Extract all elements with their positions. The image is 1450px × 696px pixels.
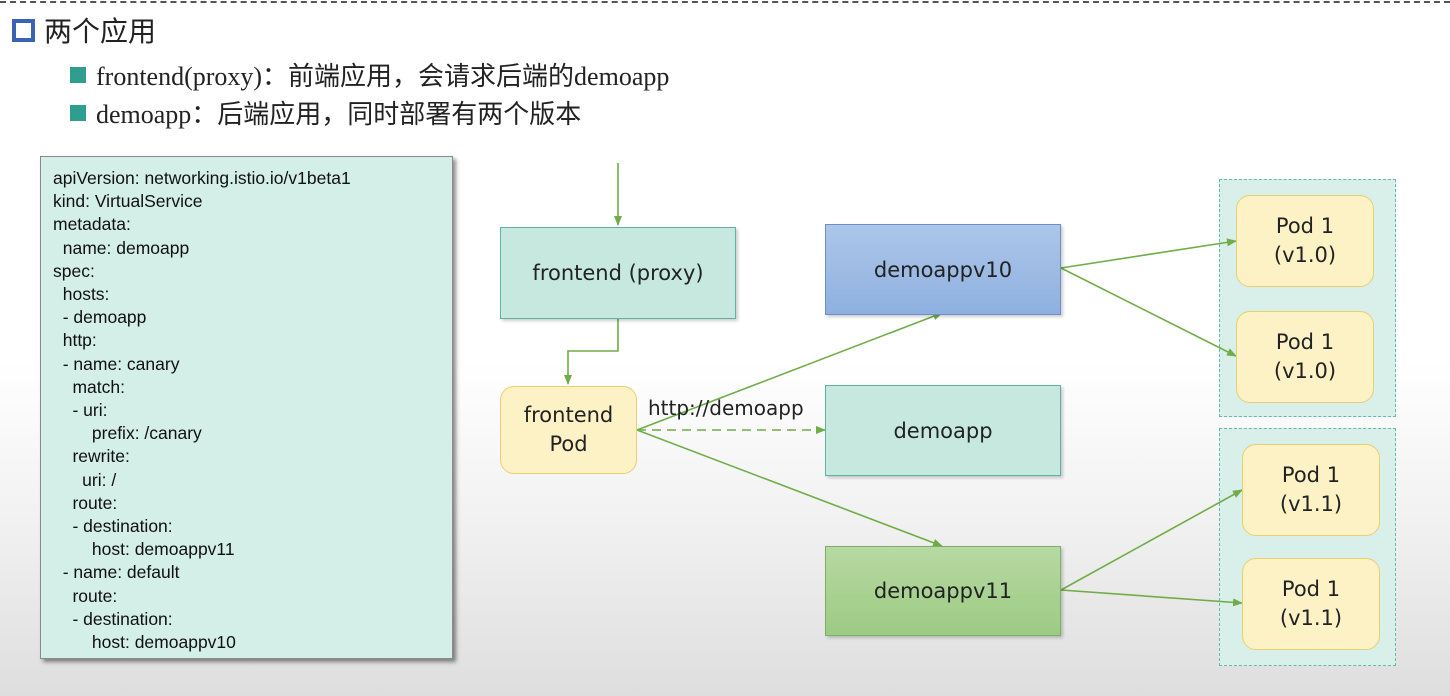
demoappv11-node: demoappv11 [825,546,1061,636]
demoappv10-node: demoappv10 [825,224,1061,315]
edge-v11-to-pod-a [1060,489,1243,591]
frontend-pod-node: frontend Pod [500,386,637,474]
edge-v10-to-pod-b [1060,267,1237,357]
edge-v10-to-pod-a [1060,238,1237,269]
edge-proxy-to-frontend-pod [564,319,619,385]
frontend-proxy-node: frontend (proxy) [500,227,736,319]
pod-v10-node: Pod 1 (v1.0) [1236,195,1374,287]
edge-v11-to-pod-b [1060,589,1243,607]
pod-v10-node: Pod 1 (v1.0) [1236,311,1374,403]
edge-label-http-demoapp: http://demoapp [648,396,804,420]
demoapp-service-node: demoapp [825,385,1061,476]
diagram-edges [564,163,1243,607]
pod-v11-node: Pod 1 (v1.1) [1242,558,1380,650]
pod-v11-node: Pod 1 (v1.1) [1242,444,1380,536]
